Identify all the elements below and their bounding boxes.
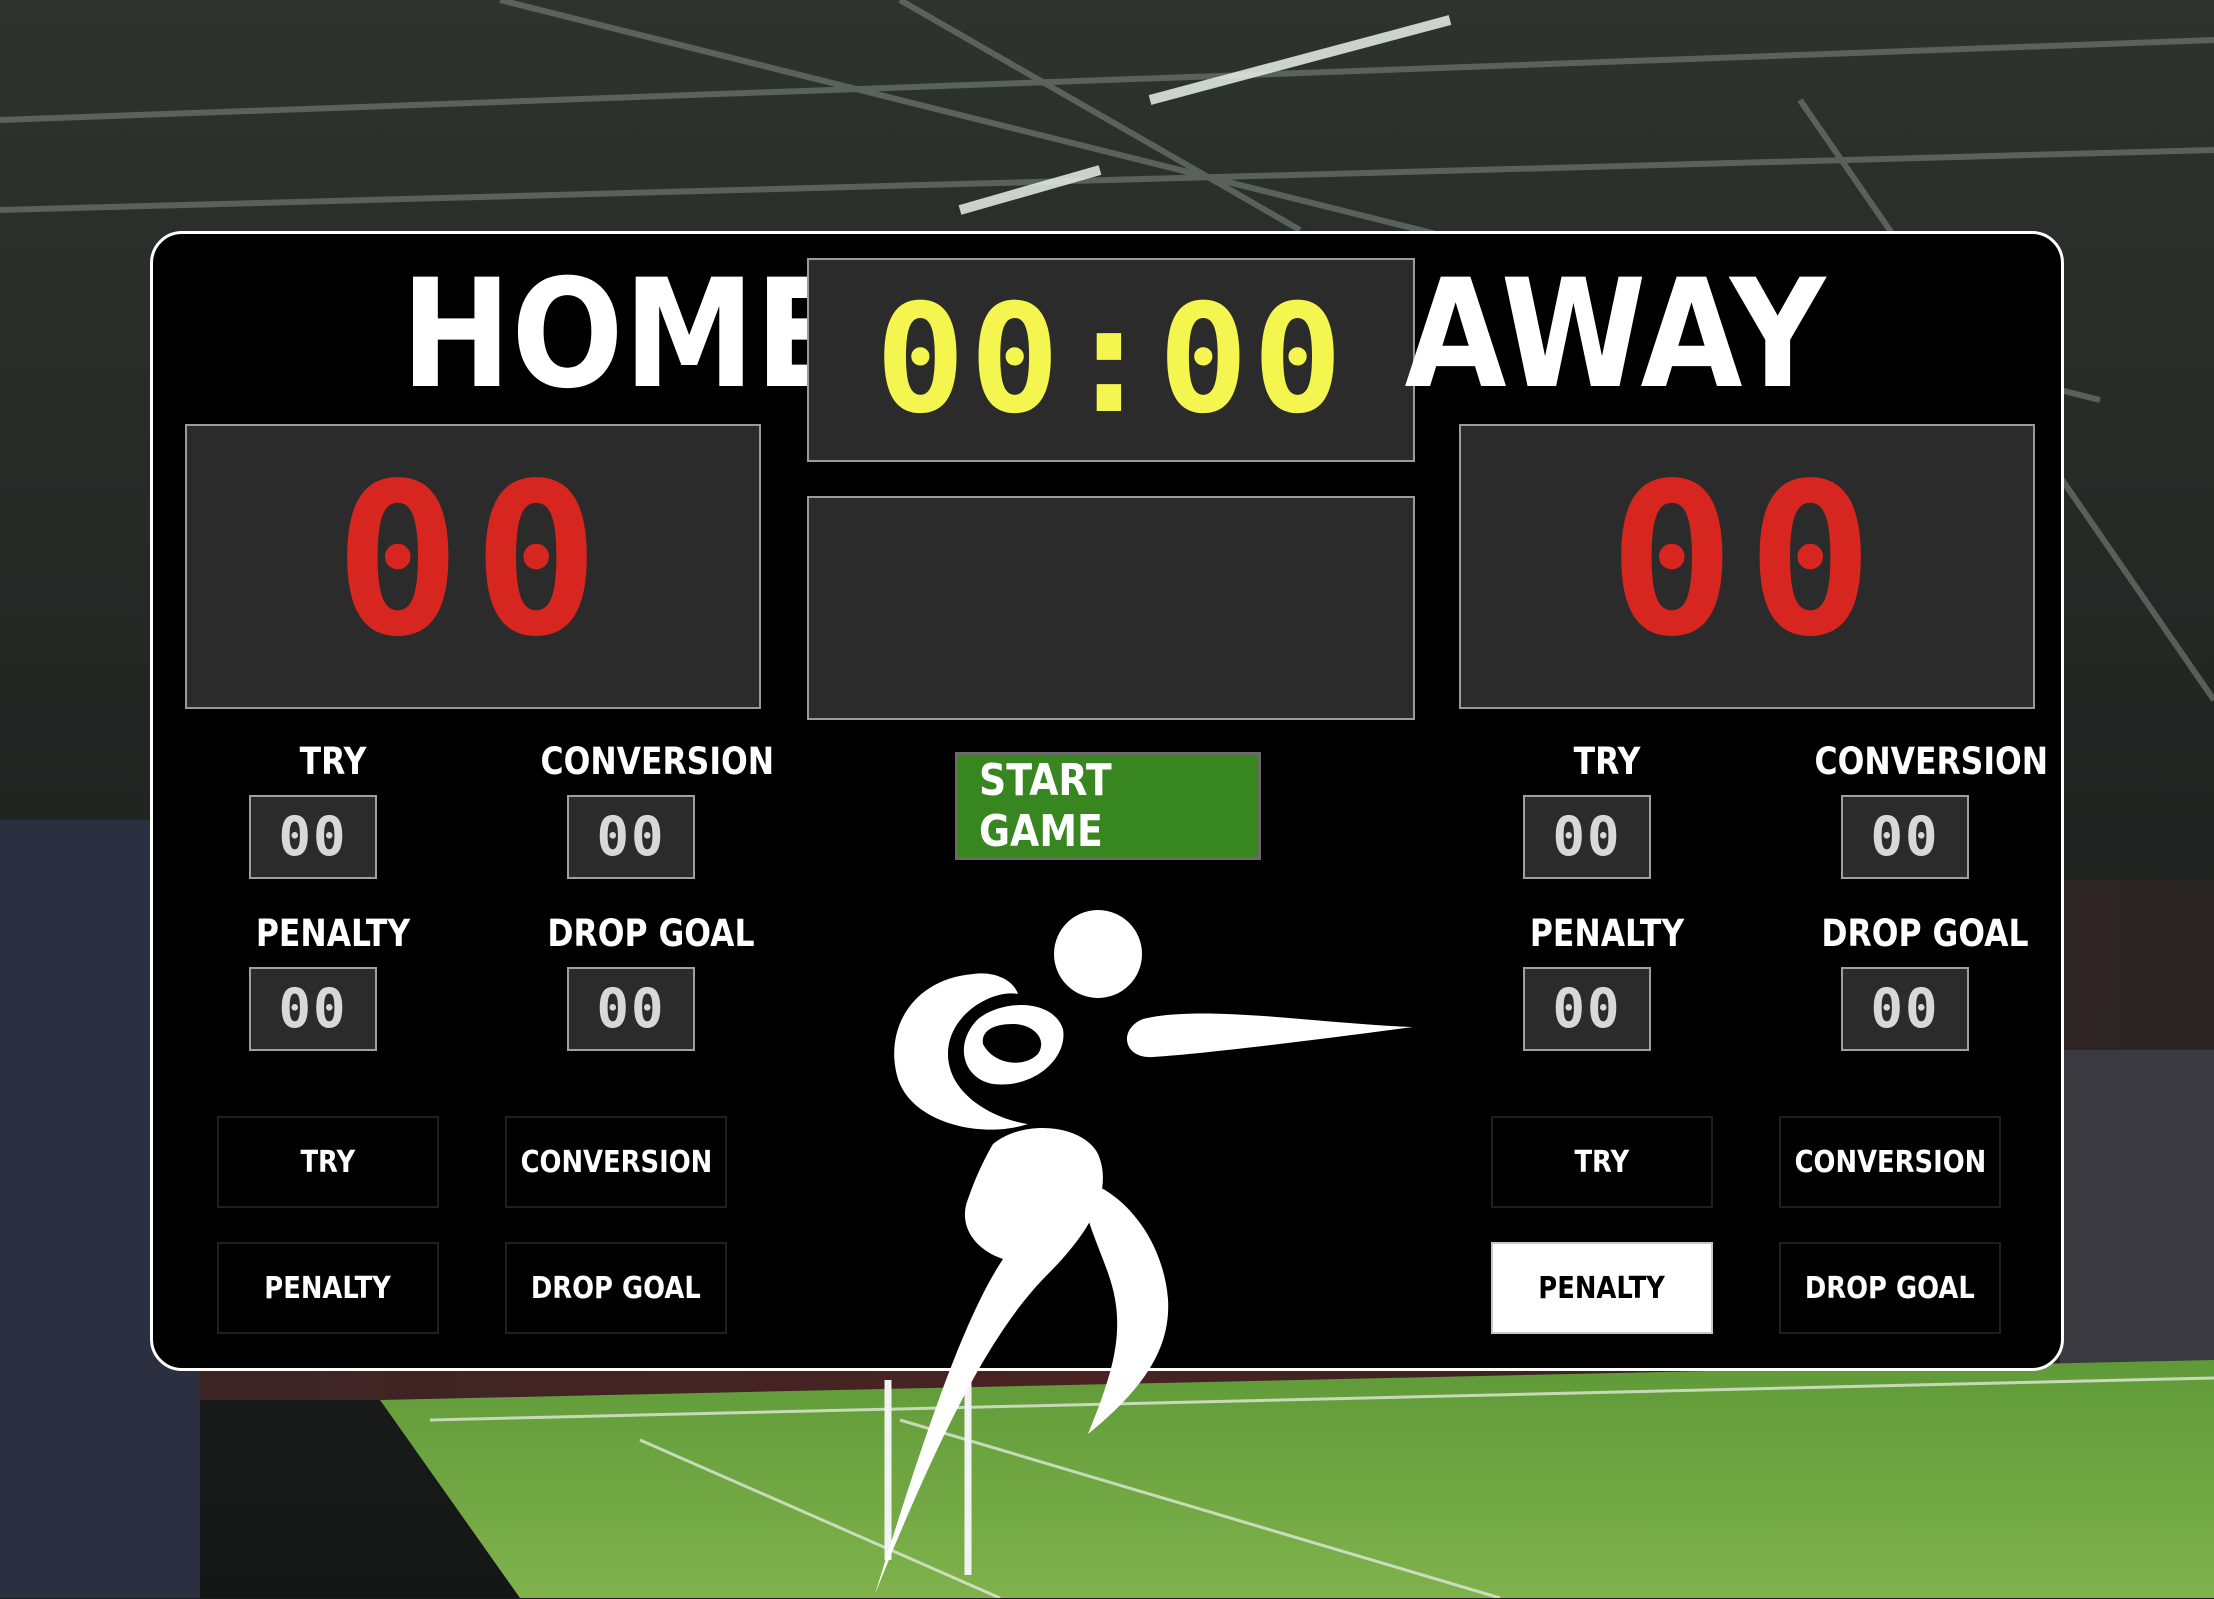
home-try-label: TRY bbox=[299, 740, 367, 783]
home-score-panel: 00 bbox=[185, 424, 761, 709]
away-penalty-button[interactable]: PENALTY bbox=[1491, 1242, 1713, 1334]
home-penalty-label: PENALTY bbox=[255, 912, 411, 955]
away-penalty-counter: 00 bbox=[1523, 967, 1651, 1051]
home-drop-goal-value: 00 bbox=[596, 977, 666, 1040]
away-try-value: 00 bbox=[1552, 805, 1622, 868]
home-penalty-button[interactable]: PENALTY bbox=[217, 1242, 439, 1334]
away-try-counter: 00 bbox=[1523, 795, 1651, 879]
home-conversion-counter: 00 bbox=[567, 795, 695, 879]
away-try-label: TRY bbox=[1573, 740, 1641, 783]
away-conversion-label: CONVERSION bbox=[1814, 740, 2049, 783]
home-penalty-counter: 00 bbox=[249, 967, 377, 1051]
away-try-button[interactable]: TRY bbox=[1491, 1116, 1713, 1208]
away-conversion-counter: 00 bbox=[1841, 795, 1969, 879]
home-conversion-value: 00 bbox=[596, 805, 666, 868]
away-penalty-label: PENALTY bbox=[1529, 912, 1685, 955]
start-game-button[interactable]: START GAME bbox=[955, 752, 1261, 860]
away-drop-goal-button[interactable]: DROP GOAL bbox=[1779, 1242, 2001, 1334]
away-conversion-button[interactable]: CONVERSION bbox=[1779, 1116, 2001, 1208]
away-team-name: AWAY bbox=[1404, 248, 1826, 422]
away-drop-goal-label: DROP GOAL bbox=[1821, 912, 2029, 955]
away-score: 00 bbox=[1608, 438, 1886, 683]
home-score: 00 bbox=[334, 438, 612, 683]
home-try-value: 00 bbox=[278, 805, 348, 868]
rugby-player-icon bbox=[875, 910, 1413, 1594]
home-drop-goal-counter: 00 bbox=[567, 967, 695, 1051]
home-conversion-button[interactable]: CONVERSION bbox=[505, 1116, 727, 1208]
away-penalty-value: 00 bbox=[1552, 977, 1622, 1040]
message-panel bbox=[807, 496, 1415, 720]
away-drop-goal-value: 00 bbox=[1870, 977, 1940, 1040]
scoreboard: HOME 00 TRY 00 CONVERSION 00 PENALTY 00 … bbox=[150, 231, 2064, 1594]
away-conversion-value: 00 bbox=[1870, 805, 1940, 868]
home-team-name: HOME bbox=[400, 248, 846, 422]
game-clock: 00:00 bbox=[875, 273, 1347, 447]
away-drop-goal-counter: 00 bbox=[1841, 967, 1969, 1051]
home-drop-goal-button[interactable]: DROP GOAL bbox=[505, 1242, 727, 1334]
home-drop-goal-label: DROP GOAL bbox=[547, 912, 755, 955]
home-conversion-label: CONVERSION bbox=[540, 740, 775, 783]
home-try-button[interactable]: TRY bbox=[217, 1116, 439, 1208]
home-try-counter: 00 bbox=[249, 795, 377, 879]
home-penalty-value: 00 bbox=[278, 977, 348, 1040]
game-clock-panel: 00:00 bbox=[807, 258, 1415, 462]
away-score-panel: 00 bbox=[1459, 424, 2035, 709]
